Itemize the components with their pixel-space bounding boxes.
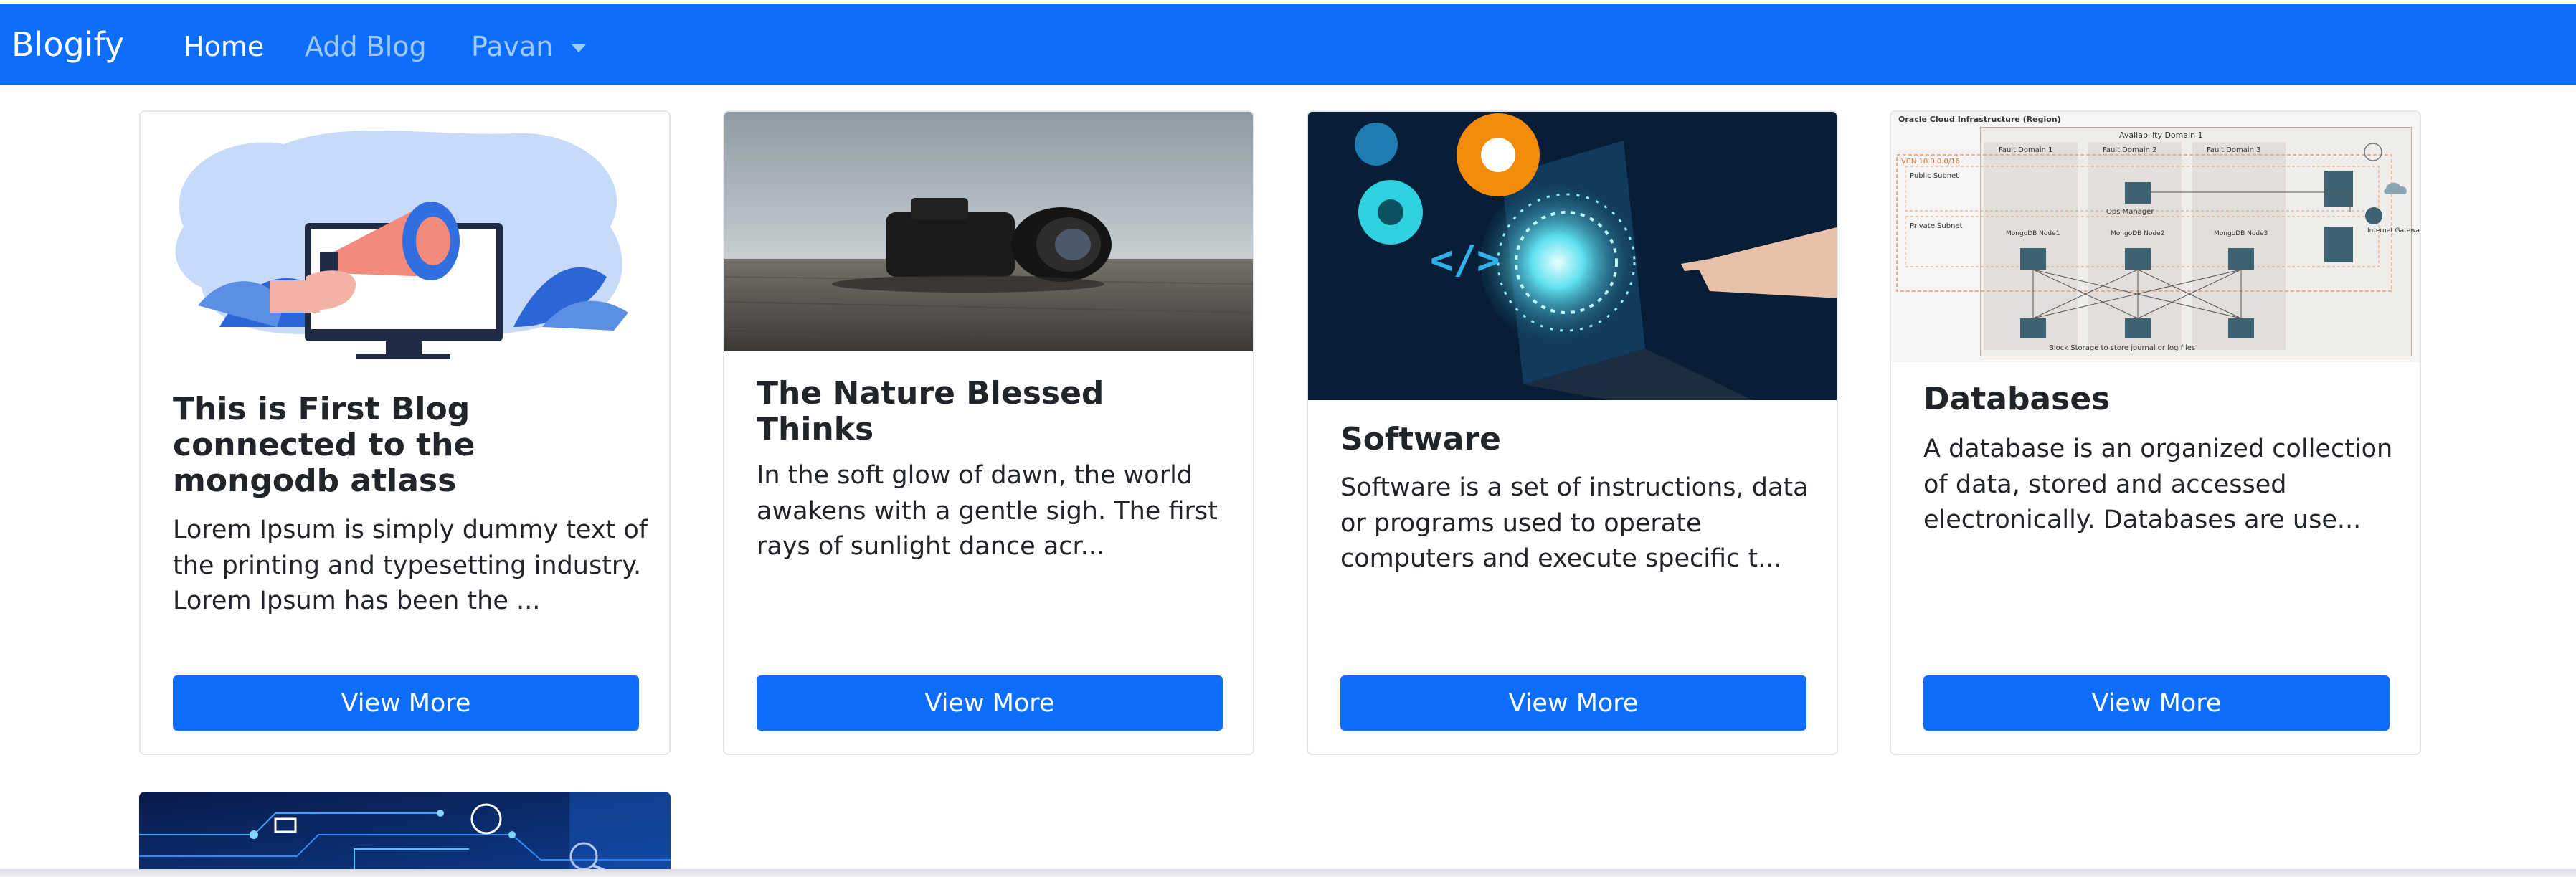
card-text: In the soft glow of dawn, the world awak… — [757, 461, 1218, 561]
blog-card: </> Software Software is a set of instru… — [1307, 110, 1838, 755]
diagram-node-2: MongoDB Node2 — [2111, 230, 2164, 237]
diagram-public-subnet: Public Subnet — [1910, 172, 1959, 180]
laptop-code-photo: </> — [1308, 112, 1837, 400]
nav-add-blog-link[interactable]: Add Blog — [305, 31, 427, 62]
blog-card: This is First Blog connected to the mong… — [139, 110, 671, 755]
view-more-button[interactable]: View More — [173, 675, 639, 731]
diagram-ops-manager: Ops Manager — [2106, 208, 2154, 216]
diagram-availability-domain: Availability Domain 1 — [2119, 131, 2203, 140]
camera-on-deck-photo — [724, 112, 1253, 351]
card-text: A database is an organized collection of… — [1923, 435, 2393, 534]
blog-card-partial — [139, 792, 671, 871]
diagram-fault-domain-3: Fault Domain 3 — [2207, 146, 2261, 154]
megaphone-monitor-illustration — [141, 112, 669, 359]
view-more-button[interactable]: View More — [1340, 675, 1806, 731]
card-title: This is First Blog connected to the mong… — [173, 391, 475, 499]
view-more-button[interactable]: View More — [1923, 675, 2390, 731]
blog-card: Oracle Cloud Infrastructure (Region) Ava… — [1890, 110, 2421, 755]
window-bottom-edge — [0, 869, 2576, 877]
card-title: Databases — [1923, 381, 2111, 417]
diagram-header: Oracle Cloud Infrastructure (Region) — [1898, 115, 2061, 124]
blog-card: The Nature Blessed Thinks In the soft gl… — [723, 110, 1254, 755]
svg-text:</>: </> — [1430, 237, 1500, 283]
diagram-private-subnet: Private Subnet — [1910, 222, 1963, 230]
oracle-cloud-architecture-diagram: Oracle Cloud Infrastructure (Region) Ava… — [1891, 112, 2421, 362]
card-title: Software — [1340, 421, 1501, 458]
card-image-architecture-diagram: Oracle Cloud Infrastructure (Region) Ava… — [1891, 112, 2421, 362]
card-image-camera — [724, 112, 1253, 351]
diagram-node-1: MongoDB Node1 — [2006, 230, 2060, 237]
card-text: Lorem Ipsum is simply dummy text of the … — [173, 516, 648, 615]
card-image-software: </> — [1308, 112, 1837, 400]
nav-home-link[interactable]: Home — [184, 31, 264, 62]
diagram-vcn: VCN 10.0.0.0/16 — [1901, 158, 1960, 166]
card-image-megaphone — [141, 112, 669, 359]
view-more-button[interactable]: View More — [757, 675, 1223, 731]
circuit-board-ecommerce-image — [139, 792, 671, 871]
card-title: The Nature Blessed Thinks — [757, 375, 1104, 447]
user-name: Pavan — [471, 31, 554, 62]
diagram-storage: Block Storage to store journal or log fi… — [2049, 344, 2195, 352]
navbar: Blogify Home Add Blog Pavan — [0, 4, 2576, 85]
card-text: Software is a set of instructions, data … — [1340, 473, 1809, 573]
user-dropdown[interactable]: Pavan — [471, 31, 587, 62]
diagram-fault-domain-1: Fault Domain 1 — [1999, 146, 2053, 154]
brand-logo[interactable]: Blogify — [11, 25, 124, 64]
page: Blogify Home Add Blog Pavan This is Firs… — [0, 0, 2576, 877]
chevron-down-icon — [572, 44, 587, 52]
diagram-node-3: MongoDB Node3 — [2214, 230, 2268, 237]
diagram-gateway: Internet Gateway — [2367, 227, 2421, 234]
diagram-fault-domain-2: Fault Domain 2 — [2103, 146, 2157, 154]
